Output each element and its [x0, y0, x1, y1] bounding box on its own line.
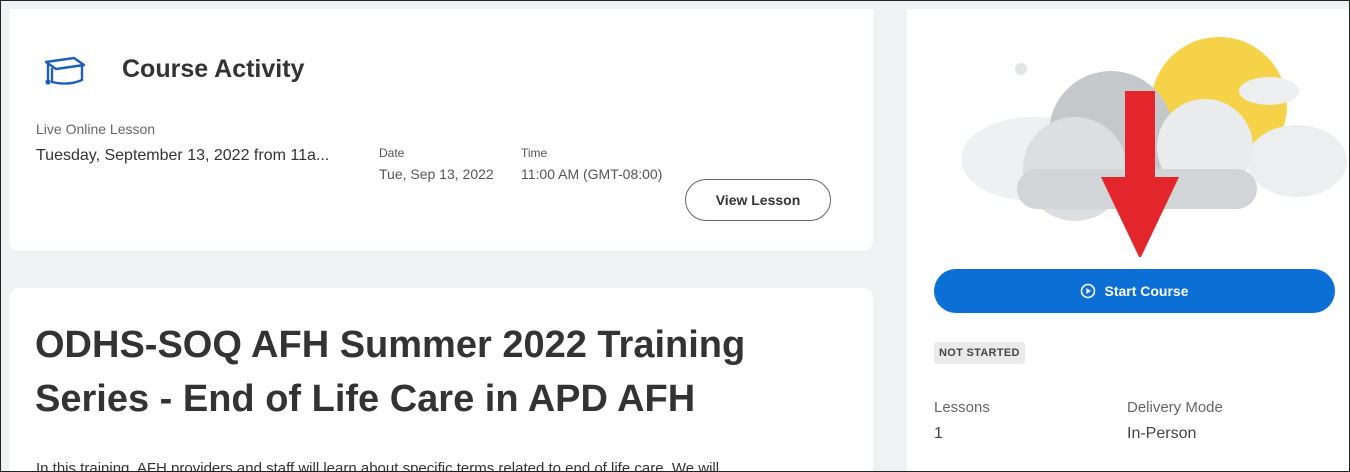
view-lesson-button[interactable]: View Lesson — [685, 179, 831, 221]
lesson-datetime: Tuesday, September 13, 2022 from 11a... — [36, 147, 330, 164]
time-value: 11:00 AM (GMT-08:00) — [521, 166, 663, 182]
graduation-cap-icon — [44, 56, 86, 85]
status-badge: NOT STARTED — [934, 342, 1025, 364]
card-title: Course Activity — [122, 55, 305, 83]
lessons-value: 1 — [934, 425, 943, 442]
delivery-mode-label: Delivery Mode — [1127, 399, 1223, 416]
date-label: Date — [379, 146, 405, 160]
lesson-type: Live Online Lesson — [36, 121, 156, 137]
delivery-mode-value: In-Person — [1127, 425, 1197, 442]
course-description: In this training, AFH providers and staf… — [36, 460, 720, 472]
time-label: Time — [521, 146, 548, 160]
course-activity-card: Course Activity Live Online Lesson Tuesd… — [9, 9, 873, 251]
cloud-sun-illustration — [961, 37, 1347, 257]
course-detail-card: ODHS-SOQ AFH Summer 2022 Training Series… — [9, 288, 873, 472]
course-side-panel: Start Course NOT STARTED Lessons 1 Deliv… — [907, 9, 1349, 471]
course-title: ODHS-SOQ AFH Summer 2022 Training Series… — [35, 324, 746, 420]
date-value: Tue, Sep 13, 2022 — [379, 166, 494, 182]
start-course-button[interactable]: Start Course — [934, 269, 1335, 313]
page: Course Activity Live Online Lesson Tuesd… — [0, 0, 1350, 472]
start-course-label: Start Course — [1104, 283, 1189, 299]
lessons-label: Lessons — [934, 399, 990, 416]
play-circle-icon — [1081, 283, 1096, 299]
